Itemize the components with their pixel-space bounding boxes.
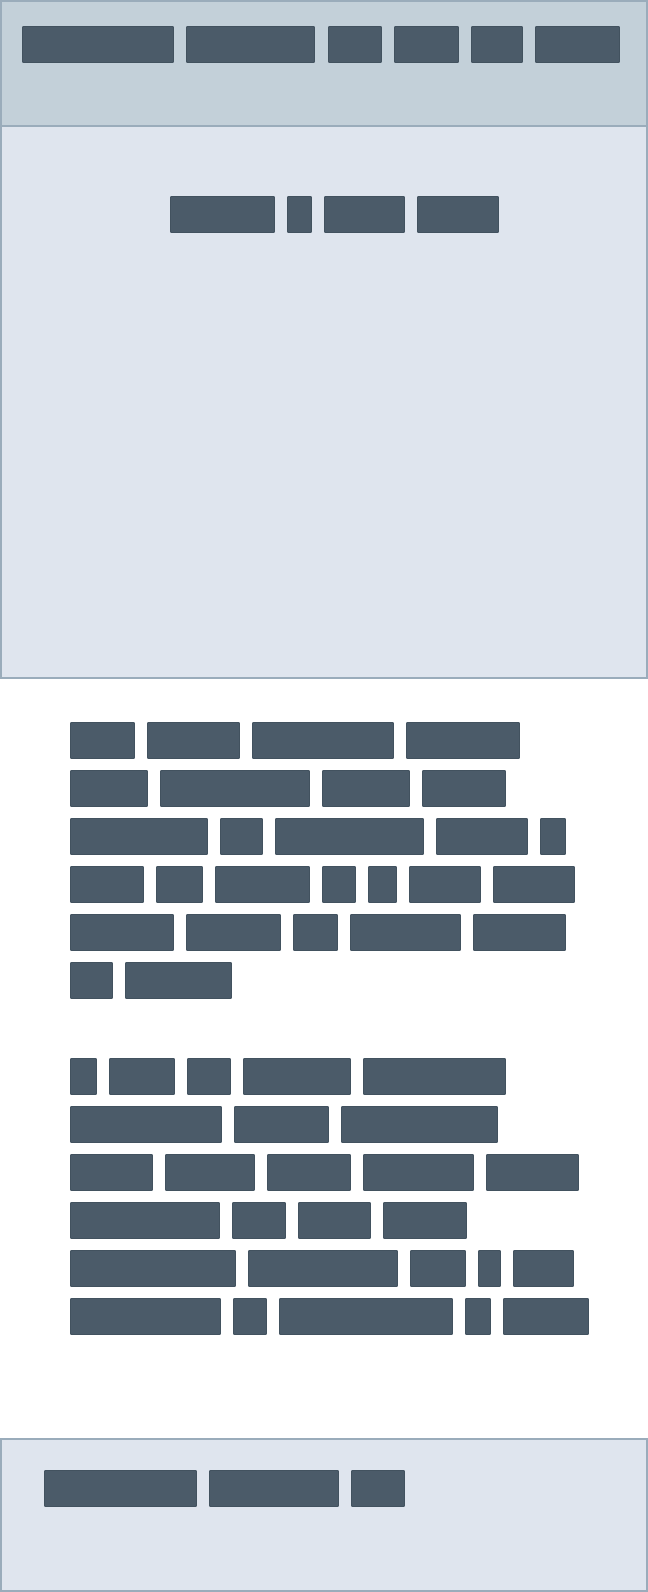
footer-item-3-placeholder[interactable] (351, 1470, 405, 1507)
text-word-placeholder (70, 1154, 153, 1191)
text-word-placeholder (493, 866, 575, 903)
text-word-placeholder (436, 818, 528, 855)
text-word-placeholder (322, 866, 356, 903)
text-word-placeholder (368, 866, 397, 903)
text-word-placeholder (232, 1202, 286, 1239)
text-word-placeholder (70, 722, 135, 759)
hero-word-placeholder (287, 196, 312, 233)
text-word-placeholder (322, 770, 410, 807)
text-word-placeholder (465, 1298, 491, 1335)
nav-item-3-placeholder[interactable] (328, 26, 382, 63)
text-word-placeholder (243, 1058, 351, 1095)
text-word-placeholder (341, 1106, 498, 1143)
text-word-placeholder (70, 818, 208, 855)
text-word-placeholder (409, 866, 481, 903)
text-word-placeholder (234, 1106, 329, 1143)
footer-item-1-placeholder[interactable] (44, 1470, 197, 1507)
text-word-placeholder (70, 1058, 97, 1095)
text-word-placeholder (293, 914, 338, 951)
text-word-placeholder (70, 914, 174, 951)
text-word-placeholder (503, 1298, 589, 1335)
hero-word-placeholder (417, 196, 499, 233)
footer-item-2-placeholder[interactable] (209, 1470, 339, 1507)
text-word-placeholder (70, 770, 148, 807)
footer-panel (0, 1438, 648, 1592)
text-word-placeholder (233, 1298, 267, 1335)
text-word-placeholder (540, 818, 566, 855)
text-word-placeholder (406, 722, 520, 759)
text-word-placeholder (70, 1202, 220, 1239)
text-word-placeholder (422, 770, 506, 807)
text-word-placeholder (350, 914, 461, 951)
text-word-placeholder (267, 1154, 351, 1191)
text-word-placeholder (125, 962, 232, 999)
nav-item-1-placeholder[interactable] (22, 26, 174, 63)
text-word-placeholder (165, 1154, 255, 1191)
text-word-placeholder (478, 1250, 501, 1287)
text-word-placeholder (215, 866, 310, 903)
nav-item-5-placeholder[interactable] (471, 26, 523, 63)
text-word-placeholder (109, 1058, 175, 1095)
text-word-placeholder (248, 1250, 398, 1287)
text-word-placeholder (156, 866, 203, 903)
hero-word-placeholder (170, 196, 275, 233)
nav-item-2-placeholder[interactable] (186, 26, 315, 63)
text-word-placeholder (220, 818, 263, 855)
text-word-placeholder (187, 1058, 231, 1095)
text-word-placeholder (252, 722, 394, 759)
text-word-placeholder (70, 1250, 236, 1287)
text-word-placeholder (298, 1202, 371, 1239)
text-word-placeholder (383, 1202, 467, 1239)
wireframe-page (0, 0, 648, 1592)
text-word-placeholder (486, 1154, 579, 1191)
nav-item-6-placeholder[interactable] (535, 26, 620, 63)
text-word-placeholder (70, 1106, 222, 1143)
text-word-placeholder (473, 914, 566, 951)
text-word-placeholder (70, 866, 144, 903)
text-word-placeholder (160, 770, 310, 807)
text-word-placeholder (70, 1298, 221, 1335)
text-word-placeholder (70, 962, 113, 999)
text-word-placeholder (279, 1298, 453, 1335)
text-word-placeholder (363, 1058, 506, 1095)
text-word-placeholder (147, 722, 240, 759)
nav-item-4-placeholder[interactable] (394, 26, 459, 63)
text-word-placeholder (186, 914, 281, 951)
hero-word-placeholder (324, 196, 405, 233)
top-nav-bar (0, 0, 648, 127)
text-word-placeholder (410, 1250, 466, 1287)
text-word-placeholder (275, 818, 424, 855)
text-word-placeholder (513, 1250, 574, 1287)
text-word-placeholder (363, 1154, 474, 1191)
